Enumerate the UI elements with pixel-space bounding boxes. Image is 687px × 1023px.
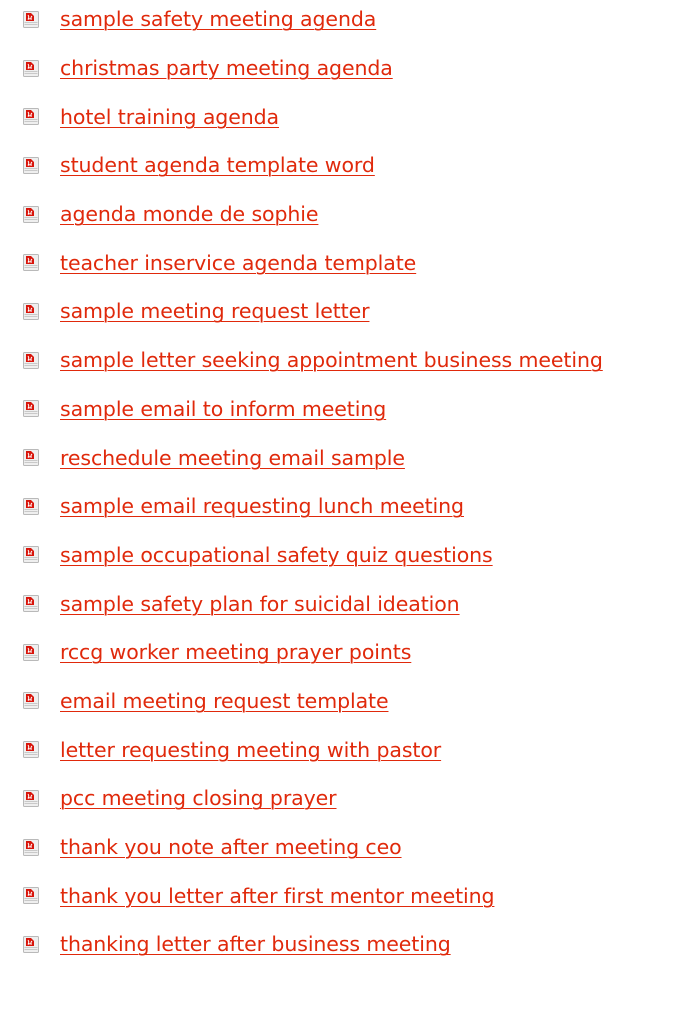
list-item: christmas party meeting agenda (0, 44, 687, 93)
list-item: student agenda template word (0, 141, 687, 190)
pdf-link[interactable]: sample email to inform meeting (60, 397, 386, 421)
pdf-document-icon (23, 497, 39, 515)
pdf-link[interactable]: sample safety plan for suicidal ideation (60, 592, 460, 616)
pdf-link[interactable]: email meeting request template (60, 689, 389, 713)
pdf-document-icon (23, 351, 39, 369)
pdf-link[interactable]: sample email requesting lunch meeting (60, 494, 464, 518)
pdf-document-icon (23, 741, 39, 759)
pdf-link[interactable]: thank you note after meeting ceo (60, 835, 402, 859)
list-item: sample email to inform meeting (0, 385, 687, 434)
pdf-document-icon (23, 254, 39, 272)
pdf-document-icon (23, 400, 39, 418)
pdf-link[interactable]: teacher inservice agenda template (60, 251, 416, 275)
pdf-link[interactable]: pcc meeting closing prayer (60, 786, 337, 810)
pdf-document-icon (23, 108, 39, 126)
list-item: thanking letter after business meeting (0, 920, 687, 969)
pdf-link[interactable]: christmas party meeting agenda (60, 56, 393, 80)
pdf-document-icon (23, 156, 39, 174)
pdf-document-icon (23, 546, 39, 564)
pdf-document-icon (23, 449, 39, 467)
pdf-link[interactable]: hotel training agenda (60, 105, 279, 129)
list-item: reschedule meeting email sample (0, 433, 687, 482)
pdf-document-icon (23, 595, 39, 613)
list-item: agenda monde de sophie (0, 190, 687, 239)
pdf-link[interactable]: thanking letter after business meeting (60, 932, 451, 956)
list-item: email meeting request template (0, 677, 687, 726)
list-item: sample meeting request letter (0, 287, 687, 336)
pdf-link[interactable]: reschedule meeting email sample (60, 446, 405, 470)
pdf-document-icon (23, 59, 39, 77)
list-item: sample email requesting lunch meeting (0, 482, 687, 531)
pdf-document-icon (23, 935, 39, 953)
pdf-document-icon (23, 789, 39, 807)
list-item: thank you letter after first mentor meet… (0, 871, 687, 920)
pdf-document-icon (23, 10, 39, 28)
pdf-link[interactable]: sample meeting request letter (60, 299, 370, 323)
list-item: letter requesting meeting with pastor (0, 725, 687, 774)
list-item: pcc meeting closing prayer (0, 774, 687, 823)
list-item: hotel training agenda (0, 92, 687, 141)
pdf-document-icon (23, 887, 39, 905)
list-item: sample occupational safety quiz question… (0, 531, 687, 580)
pdf-document-icon (23, 643, 39, 661)
pdf-document-icon (23, 302, 39, 320)
pdf-link[interactable]: sample safety meeting agenda (60, 7, 376, 31)
list-item: rccg worker meeting prayer points (0, 628, 687, 677)
pdf-link[interactable]: sample letter seeking appointment busine… (60, 348, 603, 372)
pdf-link[interactable]: sample occupational safety quiz question… (60, 543, 493, 567)
pdf-document-icon (23, 205, 39, 223)
list-item: sample letter seeking appointment busine… (0, 336, 687, 385)
pdf-link[interactable]: student agenda template word (60, 153, 375, 177)
list-item: thank you note after meeting ceo (0, 823, 687, 872)
list-item: sample safety plan for suicidal ideation (0, 579, 687, 628)
list-item: sample safety meeting agenda (0, 0, 687, 44)
pdf-link[interactable]: letter requesting meeting with pastor (60, 738, 441, 762)
pdf-link[interactable]: rccg worker meeting prayer points (60, 640, 411, 664)
pdf-link[interactable]: agenda monde de sophie (60, 202, 319, 226)
pdf-link[interactable]: thank you letter after first mentor meet… (60, 884, 495, 908)
pdf-document-icon (23, 838, 39, 856)
list-item: teacher inservice agenda template (0, 238, 687, 287)
pdf-document-icon (23, 692, 39, 710)
pdf-link-list: sample safety meeting agenda christmas p… (0, 0, 687, 969)
